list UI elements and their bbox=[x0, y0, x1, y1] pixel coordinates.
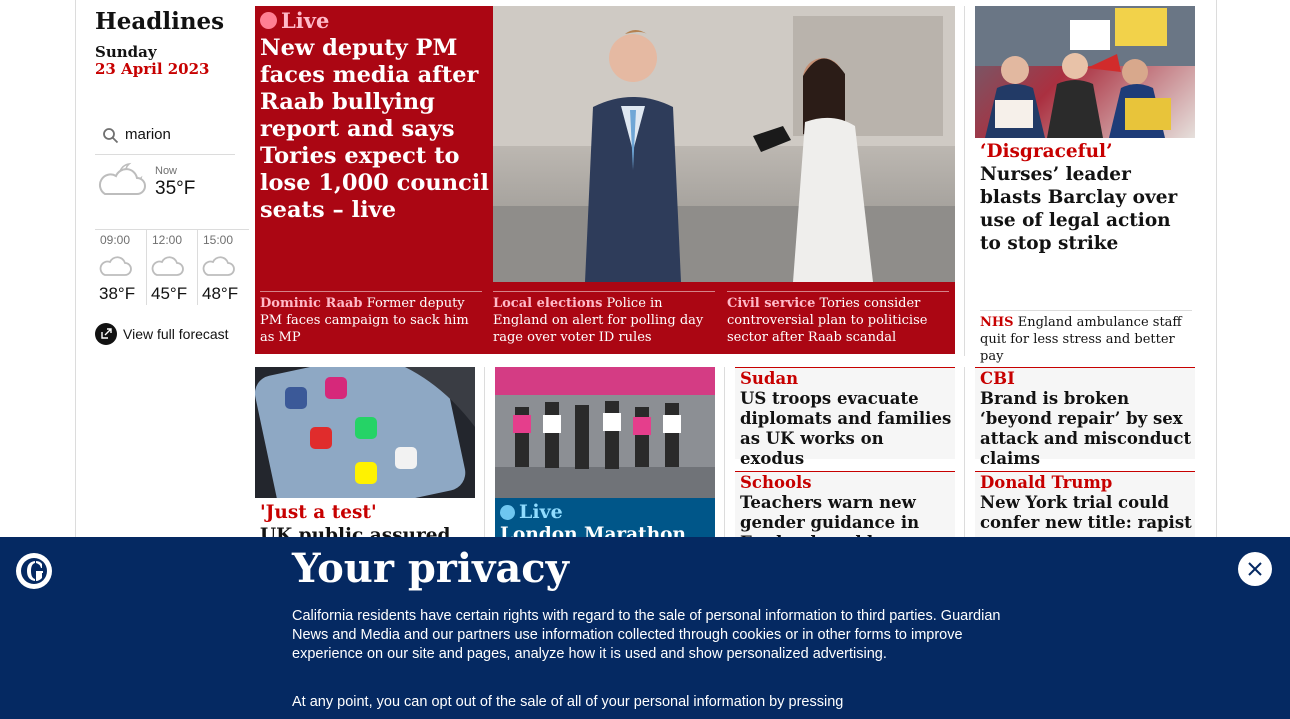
now-label: Now bbox=[155, 165, 178, 177]
forecast-temp: 48°F bbox=[202, 284, 239, 303]
forecast-time: 09:00 bbox=[100, 233, 131, 247]
smartphone-photo[interactable] bbox=[255, 367, 475, 498]
privacy-title: Your privacy bbox=[292, 545, 569, 592]
story-kicker: ‘Disgraceful’ bbox=[980, 141, 1113, 162]
lead-headline[interactable]: New deputy PM faces media after Raab bul… bbox=[260, 35, 490, 224]
story-kicker: 'Just a test' bbox=[260, 502, 377, 523]
cloudy-night-icon bbox=[98, 162, 146, 195]
weekday: Sunday bbox=[95, 43, 157, 61]
divider bbox=[964, 6, 965, 356]
forecast-time: 15:00 bbox=[203, 233, 234, 247]
story-headline: New York trial could confer new title: r… bbox=[980, 493, 1192, 532]
marathon-photo[interactable] bbox=[495, 367, 715, 498]
divider bbox=[724, 367, 725, 537]
live-dot-icon bbox=[500, 504, 515, 520]
sublink-kicker: NHS bbox=[980, 315, 1014, 330]
search-icon bbox=[103, 128, 119, 144]
story-card[interactable]: Donald Trump New York trial could confer… bbox=[975, 471, 1195, 538]
privacy-text-optout: At any point, you can opt out of the sal… bbox=[292, 694, 844, 710]
story-kicker: Donald Trump bbox=[980, 473, 1113, 492]
cloud-icon bbox=[99, 256, 132, 276]
location-search[interactable]: marion bbox=[95, 124, 235, 155]
view-forecast-label: View full forecast bbox=[123, 326, 229, 342]
guardian-logo-icon bbox=[16, 553, 52, 589]
story-headline: US troops evacuate diplomats and familie… bbox=[740, 389, 952, 468]
divider bbox=[484, 367, 485, 537]
forecast-time: 12:00 bbox=[152, 233, 183, 247]
sublink[interactable]: Civil service Tories consider controvers… bbox=[727, 291, 949, 346]
sublink-kicker: Local elections bbox=[493, 296, 603, 311]
story-card[interactable]: ‘Disgraceful’ Nurses’ leader blasts Barc… bbox=[980, 140, 1192, 255]
section-title: Headlines bbox=[95, 8, 225, 35]
privacy-text: California residents have certain rights… bbox=[292, 608, 1001, 662]
date: 23 April 2023 bbox=[95, 60, 210, 78]
story-headline: Teachers warn new gender guidance in Eng… bbox=[740, 493, 920, 538]
close-icon bbox=[1248, 562, 1262, 576]
sublink[interactable]: Local elections Police in England on ale… bbox=[493, 291, 715, 346]
live-badge: Live bbox=[500, 501, 563, 523]
cloud-icon bbox=[151, 256, 184, 276]
story-card[interactable]: CBI Brand is broken ‘beyond repair’ by s… bbox=[975, 367, 1195, 468]
live-dot-icon bbox=[260, 12, 277, 29]
privacy-banner: Your privacy California residents have c… bbox=[0, 537, 1290, 719]
story-kicker: Schools bbox=[740, 473, 812, 492]
now-temperature: 35°F bbox=[155, 178, 196, 199]
story-headline: Nurses’ leader blasts Barclay over use o… bbox=[980, 164, 1178, 254]
live-story-card[interactable]: Live London Marathon bbox=[495, 498, 715, 545]
forecast-slot: 15:00 48°F bbox=[197, 229, 249, 305]
sublink-kicker: Dominic Raab bbox=[260, 296, 363, 311]
live-label: Live bbox=[281, 8, 330, 33]
forecast-temp: 45°F bbox=[151, 284, 188, 303]
sublink[interactable]: NHS England ambulance staff quit for les… bbox=[980, 310, 1192, 365]
live-badge: Live bbox=[260, 8, 329, 33]
story-kicker: Sudan bbox=[740, 369, 799, 388]
cloud-icon bbox=[202, 256, 235, 276]
live-label: Live bbox=[519, 501, 563, 523]
story-card[interactable]: Sudan US troops evacuate diplomats and f… bbox=[735, 367, 955, 468]
nurses-photo[interactable] bbox=[975, 6, 1195, 138]
story-card[interactable]: Schools Teachers warn new gender guidanc… bbox=[735, 471, 955, 538]
lead-photo[interactable] bbox=[493, 6, 955, 282]
divider bbox=[964, 367, 965, 537]
sublink-kicker: Civil service bbox=[727, 296, 816, 311]
external-link-icon bbox=[95, 323, 117, 345]
forecast-temp: 38°F bbox=[99, 284, 136, 303]
story-headline: Brand is broken ‘beyond repair’ by sex a… bbox=[980, 389, 1192, 468]
story-kicker: CBI bbox=[980, 369, 1015, 388]
sublink[interactable]: Dominic Raab Former deputy PM faces camp… bbox=[260, 291, 482, 346]
view-forecast-link[interactable]: View full forecast bbox=[95, 322, 229, 346]
close-button[interactable] bbox=[1238, 552, 1272, 586]
search-input[interactable]: marion bbox=[125, 126, 171, 143]
forecast-slot: 09:00 38°F bbox=[95, 229, 146, 305]
forecast-slot: 12:00 45°F bbox=[146, 229, 198, 305]
